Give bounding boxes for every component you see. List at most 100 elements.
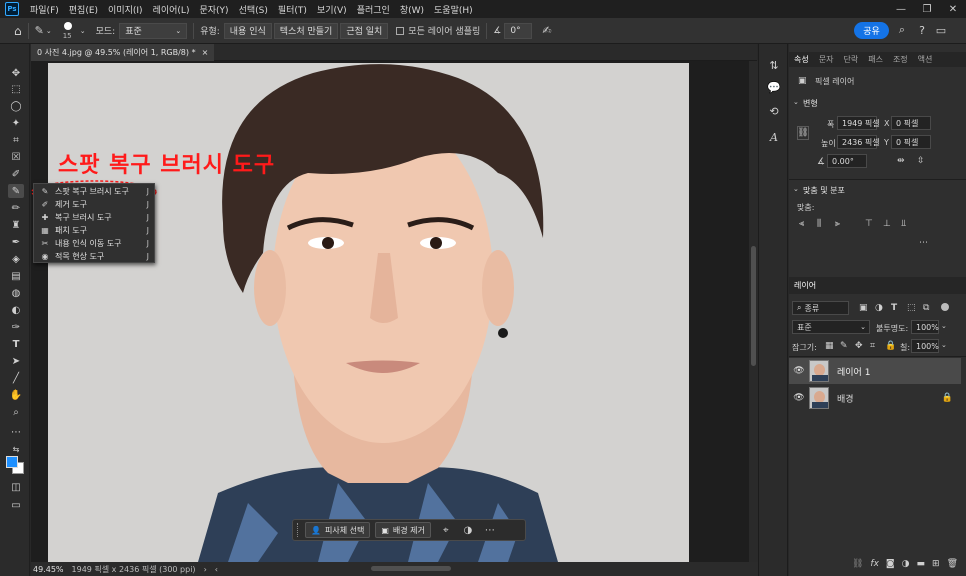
- align-left-icon[interactable]: ⫷: [799, 219, 804, 229]
- crop-tool-icon[interactable]: ⌗: [8, 133, 24, 147]
- trash-icon[interactable]: 🗑: [947, 559, 958, 569]
- eyedropper-tool-icon[interactable]: ✐: [8, 167, 24, 181]
- align-center-h-icon[interactable]: ⫼: [817, 219, 821, 229]
- line-tool-icon[interactable]: ╱: [8, 371, 24, 385]
- libraries-icon[interactable]: ⇅: [767, 58, 781, 72]
- remove-background-button[interactable]: ▣ 배경 제거: [375, 522, 431, 538]
- filter-pixel-icon[interactable]: ▣: [859, 303, 868, 313]
- frame-tool-icon[interactable]: ☒: [8, 150, 24, 164]
- menu-window[interactable]: 창(W): [395, 3, 429, 16]
- fx-icon[interactable]: fx: [870, 559, 879, 569]
- brush-tool-icon[interactable]: ✏: [8, 201, 24, 215]
- dodge-tool-icon[interactable]: ◐: [8, 303, 24, 317]
- pen-tool-icon[interactable]: ✑: [8, 320, 24, 334]
- menu-edit[interactable]: 편집(E): [64, 3, 103, 16]
- x-input[interactable]: 0 픽셀: [891, 116, 931, 130]
- opacity-input[interactable]: 100%: [911, 320, 939, 334]
- status-arrow-icon[interactable]: ›: [204, 565, 207, 574]
- more-options-icon[interactable]: ⋯: [483, 525, 497, 536]
- menu-type[interactable]: 문자(Y): [194, 3, 233, 16]
- zoom-level[interactable]: 49.45%: [33, 565, 64, 574]
- menu-view[interactable]: 보기(V): [312, 3, 352, 16]
- visibility-eye-icon[interactable]: 👁: [793, 366, 805, 376]
- menu-file[interactable]: 파일(F): [25, 3, 64, 16]
- lock-icon[interactable]: 🔒: [942, 393, 953, 403]
- blur-tool-icon[interactable]: ◍: [8, 286, 24, 300]
- eraser-tool-icon[interactable]: ◈: [8, 252, 24, 266]
- layer-row-background[interactable]: 👁 배경 🔒: [789, 385, 961, 411]
- group-icon[interactable]: ▬: [917, 559, 926, 569]
- lock-artboard-icon[interactable]: ⌗: [870, 341, 875, 351]
- flip-vertical-icon[interactable]: ⇳: [917, 156, 925, 166]
- path-selection-tool-icon[interactable]: ➤: [8, 354, 24, 368]
- tab-actions[interactable]: 액션: [913, 54, 938, 65]
- help-icon[interactable]: ?: [915, 23, 929, 37]
- align-middle-v-icon[interactable]: ⊥: [883, 219, 891, 229]
- close-tab-icon[interactable]: ×: [202, 48, 209, 57]
- swap-colors-icon[interactable]: ⇆: [8, 442, 24, 456]
- layer-filter-select[interactable]: ⌕ 종류: [792, 301, 849, 315]
- search-icon[interactable]: ⌕: [895, 23, 909, 37]
- chevron-down-icon[interactable]: ⌄: [793, 185, 799, 193]
- more-tools-icon[interactable]: ⋯: [8, 425, 24, 439]
- menu-layer[interactable]: 레이어(L): [148, 3, 195, 16]
- comments-icon[interactable]: 💬: [767, 80, 781, 94]
- flyout-item-red-eye[interactable]: ◉ 적목 현상 도구 J: [34, 250, 154, 263]
- link-icon[interactable]: ⛓: [852, 559, 863, 569]
- maximize-button[interactable]: ❐: [914, 0, 940, 18]
- menu-plugins[interactable]: 플러그인: [352, 3, 395, 16]
- lock-pixels-icon[interactable]: ✎: [840, 341, 848, 351]
- pressure-brush-icon[interactable]: ✍: [542, 24, 551, 37]
- document-tab[interactable]: 0 사진 4.jpg @ 49.5% (레이어 1, RGB/8) * ×: [31, 44, 215, 61]
- mask-icon[interactable]: ◙: [886, 559, 895, 569]
- gradient-tool-icon[interactable]: ▤: [8, 269, 24, 283]
- close-button[interactable]: ✕: [940, 0, 966, 18]
- rotation-input[interactable]: 0.00°: [827, 154, 867, 168]
- history-icon[interactable]: ⟲: [767, 104, 781, 118]
- quick-mask-icon[interactable]: ◫: [8, 480, 24, 494]
- chevron-down-icon[interactable]: ⌄: [941, 322, 947, 330]
- filter-shape-icon[interactable]: ⬚: [907, 303, 916, 313]
- new-layer-icon[interactable]: ⊞: [932, 559, 940, 569]
- vertical-scrollbar[interactable]: [749, 61, 758, 562]
- chevron-down-icon[interactable]: ⌄: [793, 98, 799, 106]
- filter-type-icon[interactable]: T: [891, 303, 897, 313]
- brush-size-picker[interactable]: 15: [60, 20, 76, 42]
- hand-tool-icon[interactable]: ✋: [8, 388, 24, 402]
- chevron-down-icon[interactable]: ⌄: [46, 27, 52, 35]
- zoom-tool-icon[interactable]: ⌕: [8, 405, 24, 419]
- visibility-eye-icon[interactable]: 👁: [793, 393, 805, 403]
- tab-adjustments[interactable]: 조정: [888, 54, 913, 65]
- workspace-icon[interactable]: ▭: [934, 23, 948, 37]
- align-right-icon[interactable]: ⫸: [835, 219, 840, 229]
- flyout-item-healing-brush[interactable]: ✚ 복구 브러시 도구 J: [34, 211, 154, 224]
- y-input[interactable]: 0 픽셀: [891, 135, 931, 149]
- flyout-item-content-aware-move[interactable]: ✂ 내용 인식 이동 도구 J: [34, 237, 154, 250]
- link-dimensions-icon[interactable]: ⛓: [797, 126, 809, 140]
- home-icon[interactable]: ⌂: [14, 24, 22, 38]
- spot-healing-tool-icon[interactable]: ✎: [8, 184, 24, 198]
- layer-name[interactable]: 레이어 1: [837, 365, 870, 378]
- type-create-texture-button[interactable]: 텍스처 만들기: [273, 22, 339, 39]
- drag-handle-icon[interactable]: [297, 523, 300, 537]
- tab-paragraph[interactable]: 단락: [838, 54, 863, 65]
- canvas-area[interactable]: [31, 61, 749, 562]
- minimize-button[interactable]: —: [888, 0, 914, 18]
- menu-image[interactable]: 이미지(I): [103, 3, 148, 16]
- layer-row-layer1[interactable]: 👁 레이어 1: [789, 358, 961, 384]
- lock-transparent-icon[interactable]: ▦: [825, 341, 834, 351]
- blend-mode-select[interactable]: 표준 ⌄: [792, 320, 870, 334]
- chevron-down-icon[interactable]: ⌄: [80, 27, 86, 35]
- sample-all-checkbox[interactable]: [396, 26, 405, 35]
- width-input[interactable]: 1949 픽셀: [837, 116, 880, 130]
- lock-all-icon[interactable]: 🔒: [885, 341, 896, 351]
- adjustment-icon[interactable]: ◑: [461, 525, 475, 536]
- chevron-down-icon[interactable]: ⌄: [941, 341, 947, 349]
- type-proximity-match-button[interactable]: 근접 일치: [340, 22, 389, 39]
- flyout-item-remove[interactable]: ✐ 제거 도구 J: [34, 198, 154, 211]
- filter-toggle-icon[interactable]: [941, 303, 949, 311]
- fill-input[interactable]: 100%: [911, 339, 939, 353]
- angle-input[interactable]: 0°: [504, 22, 533, 39]
- type-content-aware-button[interactable]: 내용 인식: [223, 22, 272, 39]
- horizontal-scroll-thumb[interactable]: [371, 566, 451, 571]
